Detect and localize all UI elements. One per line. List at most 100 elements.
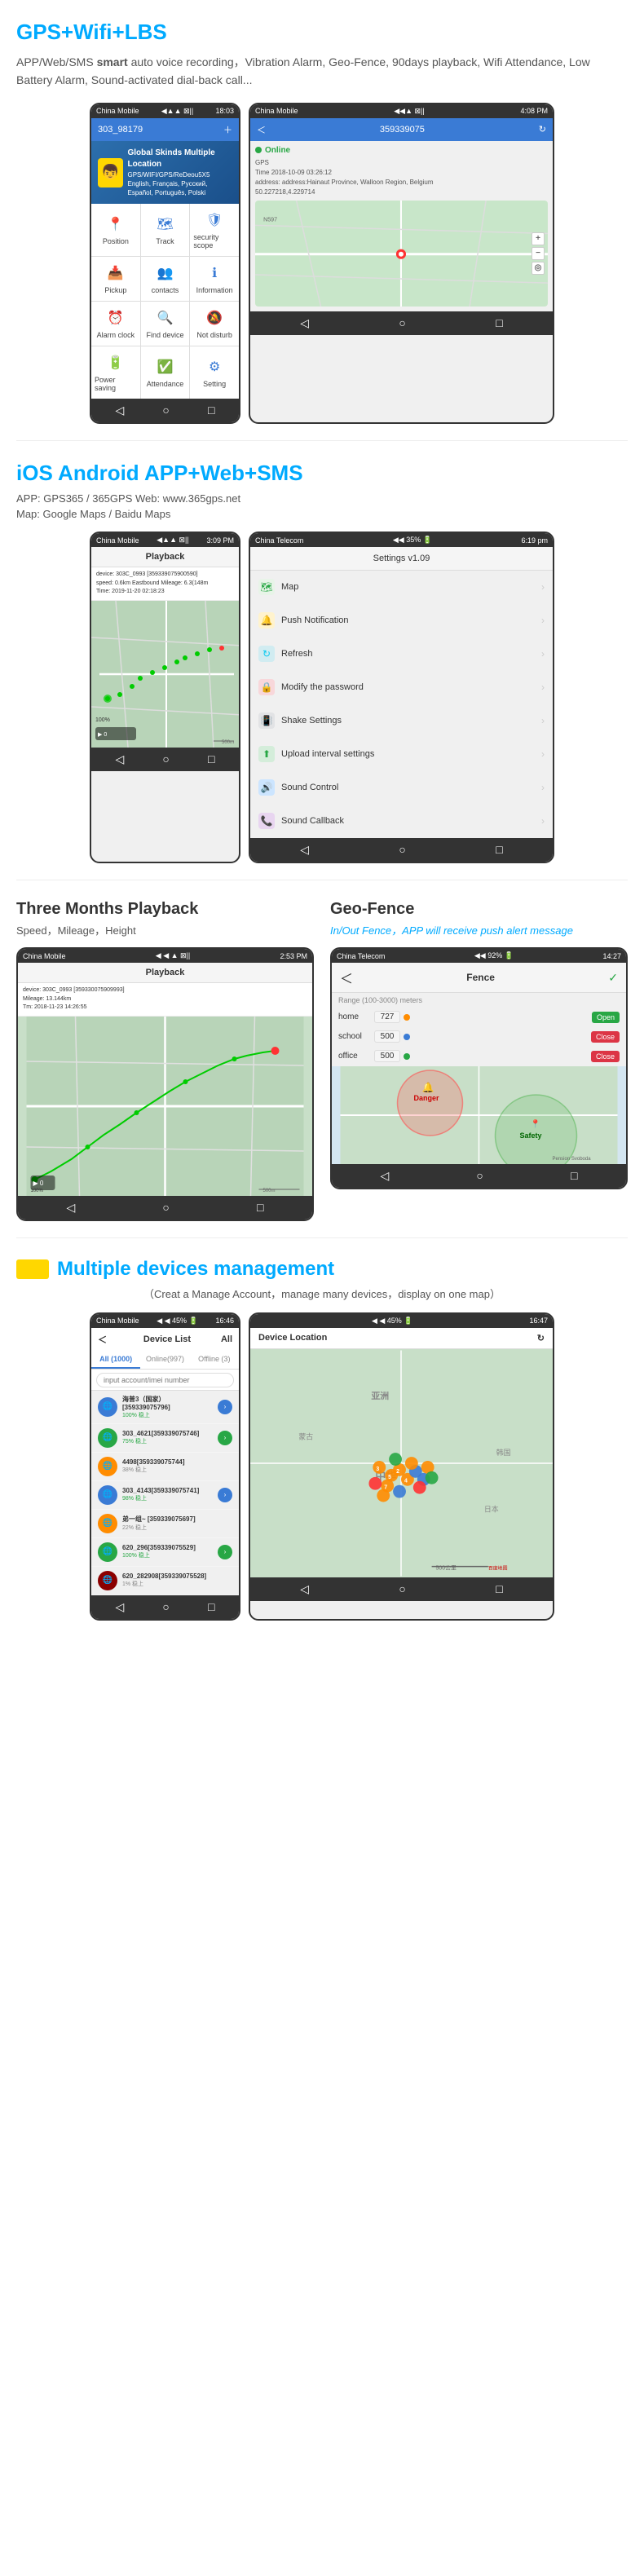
tab-all[interactable]: All (1000) bbox=[91, 1351, 140, 1369]
fence-row-home: home 727 Open bbox=[332, 1008, 626, 1027]
playback-map: 100% ▶ 0 500m bbox=[91, 601, 239, 748]
refresh-settings-icon: ↻ bbox=[258, 646, 275, 662]
fence-open-btn-home[interactable]: Open bbox=[592, 1012, 620, 1023]
settings-item-upload[interactable]: ⬆ Upload interval settings › bbox=[250, 738, 553, 771]
nav-recent-fence[interactable]: □ bbox=[571, 1169, 577, 1183]
device-info-6: 620_282908[359339075528] 1% 稳上 bbox=[122, 1573, 232, 1588]
search-row bbox=[91, 1370, 239, 1390]
nav-recent-devloc[interactable]: □ bbox=[496, 1582, 502, 1596]
device-item-0: 🌐 海普3（国家）[359339075796] 100% 稳上 › bbox=[91, 1391, 239, 1424]
phone-geofence: China Telecom ◀◀ 92% 🔋 14:27 ＜ Fence ✓ R… bbox=[330, 947, 628, 1189]
statusbar-playback: China Mobile ◀▲▲ ⊠|| 3:09 PM bbox=[91, 533, 239, 547]
device-avatar-6: 🌐 bbox=[98, 1571, 117, 1590]
nav-recent-icon2[interactable]: □ bbox=[496, 316, 502, 330]
devloc-title: Device Location bbox=[258, 1333, 327, 1343]
playback-col-subtitle: Speed，Mileage，Height bbox=[16, 922, 314, 937]
nav-home-icon2[interactable]: ○ bbox=[399, 316, 405, 330]
device-search-input[interactable] bbox=[96, 1373, 234, 1387]
menu-track[interactable]: 🗺Track bbox=[141, 204, 190, 256]
menu-security[interactable]: 🛡security scope bbox=[190, 204, 239, 256]
nav-home-p2[interactable]: ○ bbox=[162, 1201, 169, 1215]
phone-navbar-devlist: ◁ ○ □ bbox=[91, 1595, 239, 1619]
lock-settings-icon: 🔒 bbox=[258, 679, 275, 695]
nav-home-devloc[interactable]: ○ bbox=[399, 1582, 405, 1596]
devlist-back-btn[interactable]: ＜ bbox=[98, 1333, 107, 1346]
device-name-0: 海普3（国家）[359339075796] bbox=[122, 1395, 213, 1411]
fence-close-btn-school[interactable]: Close bbox=[591, 1031, 620, 1043]
nav-back-settings[interactable]: ◁ bbox=[300, 843, 309, 857]
menu-position[interactable]: 📍Position bbox=[91, 204, 140, 256]
nav-back-icon[interactable]: ◁ bbox=[116, 404, 125, 417]
nav-back-p2[interactable]: ◁ bbox=[67, 1201, 76, 1215]
back-btn[interactable]: ＜ bbox=[257, 123, 266, 136]
settings-title: Settings v1.09 bbox=[373, 554, 430, 563]
settings-item-push[interactable]: 🔔 Push Notification › bbox=[250, 604, 553, 637]
nav-back-icon2[interactable]: ◁ bbox=[300, 316, 309, 330]
devlist-title: Device List bbox=[113, 1334, 221, 1344]
device-btn-0[interactable]: › bbox=[218, 1400, 232, 1414]
section4-title-row: Multiple devices management bbox=[16, 1258, 628, 1281]
locate-btn[interactable]: ◎ bbox=[532, 262, 545, 275]
section-multi-device: Multiple devices management （Creat a Man… bbox=[0, 1238, 644, 1637]
device-item-1: 🌐 303_4621[359339075746] 75% 稳上 › bbox=[91, 1424, 239, 1453]
phone-settings: China Telecom ◀◀ 35% 🔋 6:19 pm Settings … bbox=[249, 532, 554, 863]
settings-item-password[interactable]: 🔒 Modify the password › bbox=[250, 671, 553, 704]
devloc-header: Device Location ↻ bbox=[250, 1328, 553, 1349]
device-avatar-2: 🌐 bbox=[98, 1457, 117, 1476]
menu-setting-label: Setting bbox=[203, 380, 226, 388]
menu-find[interactable]: 🔍Find device bbox=[141, 302, 190, 346]
fence-close-btn-office[interactable]: Close bbox=[591, 1051, 620, 1062]
tab-online[interactable]: Online(997) bbox=[140, 1351, 189, 1369]
device-btn-5[interactable]: › bbox=[218, 1545, 232, 1559]
device-btn-1[interactable]: › bbox=[218, 1431, 232, 1445]
nav-home-settings[interactable]: ○ bbox=[399, 843, 405, 857]
section1-desc: APP/Web/SMS smart auto voice recording，V… bbox=[16, 53, 628, 90]
menu-setting[interactable]: ⚙Setting bbox=[190, 346, 239, 399]
menu-pickup[interactable]: 📥Pickup bbox=[91, 257, 140, 301]
settings-item-map[interactable]: 🗺 Map › bbox=[250, 571, 553, 604]
app-banner: 👦 Global Skinds Multiple Location GPS/WI… bbox=[91, 141, 239, 205]
svg-text:5: 5 bbox=[388, 1475, 391, 1480]
tab-offline[interactable]: Offline (3) bbox=[190, 1351, 239, 1369]
nav-home-icon[interactable]: ○ bbox=[162, 404, 169, 417]
nav-back-devloc[interactable]: ◁ bbox=[300, 1582, 309, 1596]
nav-home-playback[interactable]: ○ bbox=[162, 752, 169, 766]
nav-recent-p2[interactable]: □ bbox=[257, 1201, 263, 1215]
nav-recent-icon[interactable]: □ bbox=[208, 404, 214, 417]
fence-back-btn[interactable]: ＜ bbox=[340, 968, 353, 987]
nav-recent-playback[interactable]: □ bbox=[208, 752, 214, 766]
nav-home-devlist[interactable]: ○ bbox=[162, 1600, 169, 1614]
nav-recent-devlist[interactable]: □ bbox=[208, 1600, 214, 1614]
settings-item-callback[interactable]: 📞 Sound Callback › bbox=[250, 805, 553, 838]
menu-disturb[interactable]: 🔕Not disturb bbox=[190, 302, 239, 346]
add-icon[interactable]: ＋ bbox=[223, 123, 232, 136]
devloc-refresh-btn[interactable]: ↻ bbox=[537, 1333, 545, 1343]
menu-information[interactable]: ℹInformation bbox=[190, 257, 239, 301]
device-status-1: 75% 稳上 bbox=[122, 1437, 213, 1445]
menu-contacts[interactable]: 👥contacts bbox=[141, 257, 190, 301]
settings-item-refresh[interactable]: ↻ Refresh › bbox=[250, 637, 553, 671]
nav-home-fence[interactable]: ○ bbox=[476, 1169, 483, 1183]
playback-info: device: 303C_0993 [359339075900590] spee… bbox=[91, 567, 239, 601]
time-devlist: 16:46 bbox=[215, 1317, 234, 1325]
devlist-all-btn[interactable]: All bbox=[221, 1334, 232, 1344]
nav-back-playback[interactable]: ◁ bbox=[116, 752, 125, 766]
menu-attendance[interactable]: ✅Attendance bbox=[141, 346, 190, 399]
svg-text:Danger: Danger bbox=[414, 1094, 440, 1102]
svg-text:亚洲: 亚洲 bbox=[371, 1391, 389, 1401]
nav-recent-settings[interactable]: □ bbox=[496, 843, 502, 857]
nav-back-devlist[interactable]: ◁ bbox=[116, 1600, 125, 1614]
fence-val-home: 727 bbox=[374, 1011, 400, 1023]
svg-text:2: 2 bbox=[396, 1469, 399, 1475]
security-icon: 🛡 bbox=[205, 210, 224, 230]
nav-back-fence[interactable]: ◁ bbox=[381, 1169, 390, 1183]
settings-item-sound[interactable]: 🔊 Sound Control › bbox=[250, 771, 553, 805]
zoom-out-btn[interactable]: − bbox=[532, 247, 545, 260]
menu-alarm[interactable]: ⏰Alarm clock bbox=[91, 302, 140, 346]
device-btn-3[interactable]: › bbox=[218, 1488, 232, 1502]
refresh-btn[interactable]: ↻ bbox=[539, 124, 546, 135]
settings-item-shake[interactable]: 📳 Shake Settings › bbox=[250, 704, 553, 738]
zoom-in-btn[interactable]: + bbox=[532, 232, 545, 245]
playback-info2: speed: 0.6km Eastbound Mileage: 6.3(148m bbox=[96, 580, 234, 589]
menu-power[interactable]: 🔋Power saving bbox=[91, 346, 140, 399]
